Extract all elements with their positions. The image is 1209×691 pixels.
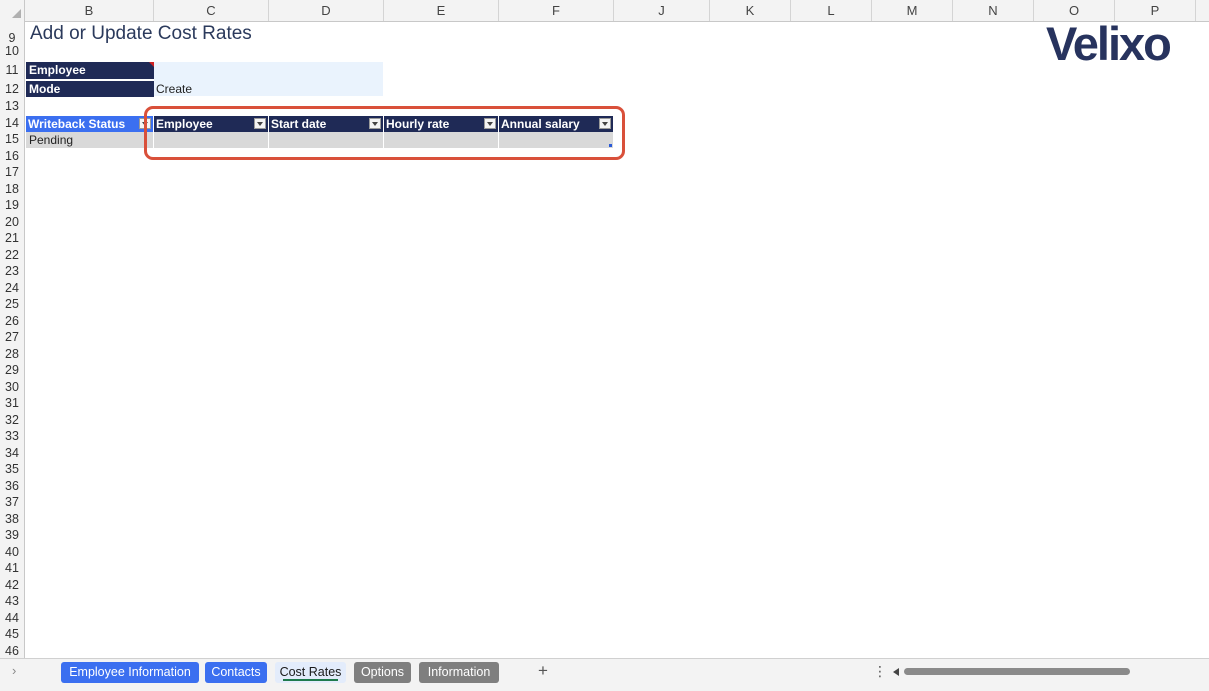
row-header[interactable]: 37: [0, 494, 24, 510]
tab-information[interactable]: Information: [419, 662, 499, 683]
row-header[interactable]: 15: [0, 131, 24, 147]
row-header[interactable]: 16: [0, 148, 24, 164]
row-header[interactable]: 30: [0, 379, 24, 395]
mode-value-cell[interactable]: Create: [156, 81, 192, 97]
column-header-c[interactable]: C: [154, 0, 269, 21]
column-header-j[interactable]: J: [614, 0, 710, 21]
active-tab-underline: [283, 679, 338, 681]
row-header[interactable]: 27: [0, 329, 24, 345]
table-cell-writeback-status[interactable]: Pending: [26, 132, 154, 148]
table-header-writeback-status[interactable]: Writeback Status: [26, 116, 154, 132]
tab-options[interactable]: Options: [354, 662, 411, 683]
row-header[interactable]: 46: [0, 643, 24, 659]
row-header[interactable]: 29: [0, 362, 24, 378]
row-header[interactable]: 18: [0, 181, 24, 197]
more-options-icon[interactable]: ⋮: [873, 663, 887, 680]
row-header[interactable]: 21: [0, 230, 24, 246]
tab-contacts[interactable]: Contacts: [205, 662, 267, 683]
column-header-f[interactable]: F: [499, 0, 614, 21]
row-header[interactable]: 44: [0, 610, 24, 626]
tab-cost-rates-label: Cost Rates: [279, 665, 342, 679]
table-header-label: Writeback Status: [28, 117, 126, 131]
status-bar: [0, 684, 1209, 691]
column-header-d[interactable]: D: [269, 0, 384, 21]
row-header[interactable]: 13: [0, 98, 24, 114]
row-header[interactable]: 14: [0, 115, 24, 131]
column-header-e[interactable]: E: [384, 0, 499, 21]
row-header[interactable]: 22: [0, 247, 24, 263]
row-header[interactable]: 24: [0, 280, 24, 296]
column-header-n[interactable]: N: [953, 0, 1034, 21]
row-header[interactable]: 41: [0, 560, 24, 576]
page-title: Add or Update Cost Rates: [30, 23, 252, 44]
row-header[interactable]: 26: [0, 313, 24, 329]
row-header[interactable]: 32: [0, 412, 24, 428]
row-header[interactable]: 31: [0, 395, 24, 411]
employee-label: Employee: [26, 62, 154, 79]
row-header[interactable]: 34: [0, 445, 24, 461]
scroll-left-icon[interactable]: [893, 668, 899, 676]
row-header[interactable]: 43: [0, 593, 24, 609]
tab-cost-rates[interactable]: Cost Rates: [275, 662, 346, 683]
row-header[interactable]: 10: [0, 45, 24, 58]
row-header[interactable]: 11: [0, 62, 24, 78]
row-header[interactable]: 25: [0, 296, 24, 312]
horizontal-scrollbar[interactable]: [904, 668, 1130, 675]
row-header[interactable]: 28: [0, 346, 24, 362]
row-header[interactable]: 17: [0, 164, 24, 180]
row-header[interactable]: 39: [0, 527, 24, 543]
row-header[interactable]: 12: [0, 81, 24, 97]
row-header[interactable]: 40: [0, 544, 24, 560]
comment-indicator-icon[interactable]: [149, 62, 154, 67]
row-header[interactable]: 33: [0, 428, 24, 444]
column-header-b[interactable]: B: [25, 0, 154, 21]
row-header[interactable]: 45: [0, 626, 24, 642]
row-header[interactable]: 23: [0, 263, 24, 279]
add-sheet-button[interactable]: +: [538, 661, 548, 681]
tab-scroll-right-icon[interactable]: ›: [12, 663, 16, 678]
velixo-logo: Velixo: [1046, 17, 1172, 70]
sheet-tab-bar: › Employee Information Contacts Cost Rat…: [0, 658, 1209, 685]
column-header-l[interactable]: L: [791, 0, 872, 21]
row-header[interactable]: 20: [0, 214, 24, 230]
row-header[interactable]: 19: [0, 197, 24, 213]
tab-employee-information[interactable]: Employee Information: [61, 662, 199, 683]
row-header-bar: 9 10 11 12 13 14 15 16 17 18 19 20 21 22…: [0, 21, 25, 658]
select-all-icon: [12, 9, 21, 18]
column-header-bar: B C D E F J K L M N O P: [0, 0, 1209, 22]
column-header-k[interactable]: K: [710, 0, 791, 21]
row-header[interactable]: 36: [0, 478, 24, 494]
column-header-m[interactable]: M: [872, 0, 953, 21]
row-header[interactable]: 38: [0, 511, 24, 527]
row-header[interactable]: 42: [0, 577, 24, 593]
highlight-annotation: [144, 106, 625, 160]
row-header[interactable]: 35: [0, 461, 24, 477]
select-all-corner[interactable]: [0, 0, 25, 21]
mode-label: Mode: [26, 81, 154, 97]
